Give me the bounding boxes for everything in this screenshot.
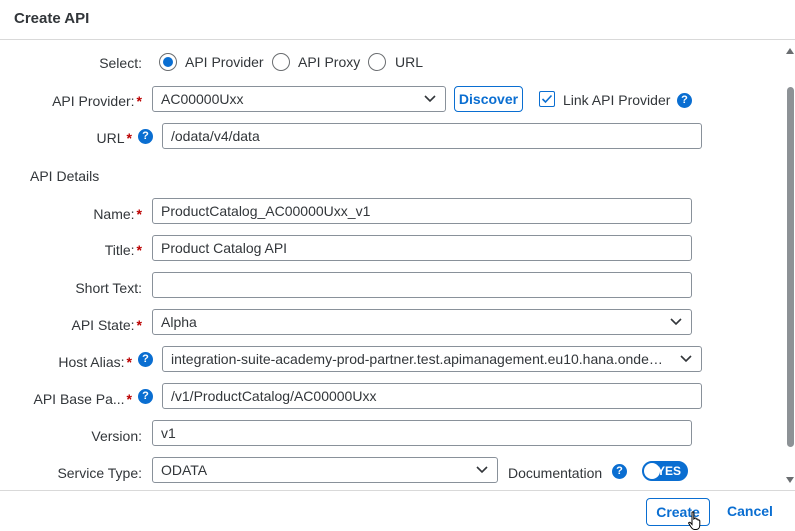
required-marker: * — [136, 242, 142, 258]
checkmark-icon — [541, 94, 553, 104]
required-marker: * — [126, 391, 132, 407]
chevron-down-icon — [424, 95, 436, 103]
required-marker: * — [136, 93, 142, 109]
documentation-toggle[interactable]: YES — [642, 461, 688, 481]
toggle-text: YES — [656, 464, 681, 478]
host-alias-label: Host Alias: * — [30, 354, 132, 370]
help-icon[interactable]: ? — [138, 389, 153, 404]
api-state-label: API State: * — [40, 317, 143, 333]
dialog-content: Select: API Provider API Proxy URL API P… — [0, 41, 783, 490]
chevron-down-icon — [680, 355, 692, 363]
chevron-down-icon — [476, 466, 488, 474]
url-label: URL * — [40, 130, 132, 146]
required-marker: * — [126, 130, 132, 146]
service-type-select[interactable]: ODATA — [152, 457, 498, 483]
api-base-path-label-text: API Base Pa... — [33, 391, 125, 407]
link-api-provider-label: Link API Provider — [563, 92, 671, 108]
link-api-provider-checkbox[interactable] — [539, 91, 555, 107]
name-label-text: Name: — [93, 206, 135, 222]
radio-api-provider[interactable] — [159, 53, 177, 71]
url-input[interactable]: /odata/v4/data — [162, 123, 702, 149]
api-provider-select[interactable]: AC00000Uxx — [152, 86, 446, 112]
radio-api-provider-label[interactable]: API Provider — [185, 54, 264, 70]
radio-api-proxy[interactable] — [272, 53, 290, 71]
title-label-text: Title: — [104, 242, 135, 258]
scroll-down-arrow-icon[interactable] — [786, 477, 794, 483]
create-api-dialog: Create API Select: API Provider API Prox… — [0, 0, 795, 530]
version-label: Version: — [91, 428, 142, 444]
cancel-button[interactable]: Cancel — [720, 498, 780, 526]
help-icon[interactable]: ? — [612, 464, 627, 479]
dialog-title: Create API — [14, 10, 90, 27]
radio-api-proxy-label[interactable]: API Proxy — [298, 54, 360, 70]
host-alias-label-text: Host Alias: — [58, 354, 125, 370]
scrollbar-thumb[interactable] — [787, 87, 794, 447]
discover-button[interactable]: Discover — [454, 86, 523, 112]
api-provider-label-text: API Provider: — [52, 93, 135, 109]
required-marker: * — [136, 317, 142, 333]
help-icon[interactable]: ? — [138, 352, 153, 367]
api-state-select[interactable]: Alpha — [152, 309, 692, 335]
scroll-up-arrow-icon[interactable] — [786, 48, 794, 54]
api-details-heading: API Details — [30, 168, 100, 184]
api-base-path-input[interactable]: /v1/ProductCatalog/AC00000Uxx — [162, 383, 702, 409]
vertical-scrollbar[interactable] — [785, 41, 795, 490]
help-icon[interactable]: ? — [677, 93, 692, 108]
dialog-header: Create API — [0, 0, 795, 40]
radio-url-label[interactable]: URL — [395, 54, 423, 70]
hand-cursor-icon — [688, 511, 701, 530]
radio-url[interactable] — [368, 53, 386, 71]
api-state-value: Alpha — [161, 314, 197, 330]
short-text-input[interactable] — [152, 272, 692, 298]
documentation-label: Documentation — [508, 465, 603, 481]
required-marker: * — [126, 354, 132, 370]
host-alias-value: integration-suite-academy-prod-partner.t… — [171, 351, 671, 367]
title-label: Title: * — [40, 242, 142, 258]
short-text-label: Short Text: — [75, 280, 142, 296]
api-provider-label: API Provider: * — [20, 93, 142, 109]
host-alias-select[interactable]: integration-suite-academy-prod-partner.t… — [162, 346, 702, 372]
api-state-label-text: API State: — [71, 317, 135, 333]
select-label: Select: — [99, 55, 142, 71]
api-provider-value: AC00000Uxx — [161, 91, 244, 107]
url-label-text: URL — [96, 130, 125, 146]
chevron-down-icon — [670, 318, 682, 326]
required-marker: * — [136, 206, 142, 222]
help-icon[interactable]: ? — [138, 129, 153, 144]
service-type-value: ODATA — [161, 462, 208, 478]
service-type-label: Service Type: — [57, 465, 142, 481]
name-label: Name: * — [40, 206, 142, 222]
dialog-footer: Create Cancel — [0, 490, 795, 530]
version-input[interactable]: v1 — [152, 420, 692, 446]
title-input[interactable]: Product Catalog API — [152, 235, 692, 261]
name-input[interactable]: ProductCatalog_AC00000Uxx_v1 — [152, 198, 692, 224]
api-base-path-label: API Base Pa... * — [20, 391, 132, 407]
